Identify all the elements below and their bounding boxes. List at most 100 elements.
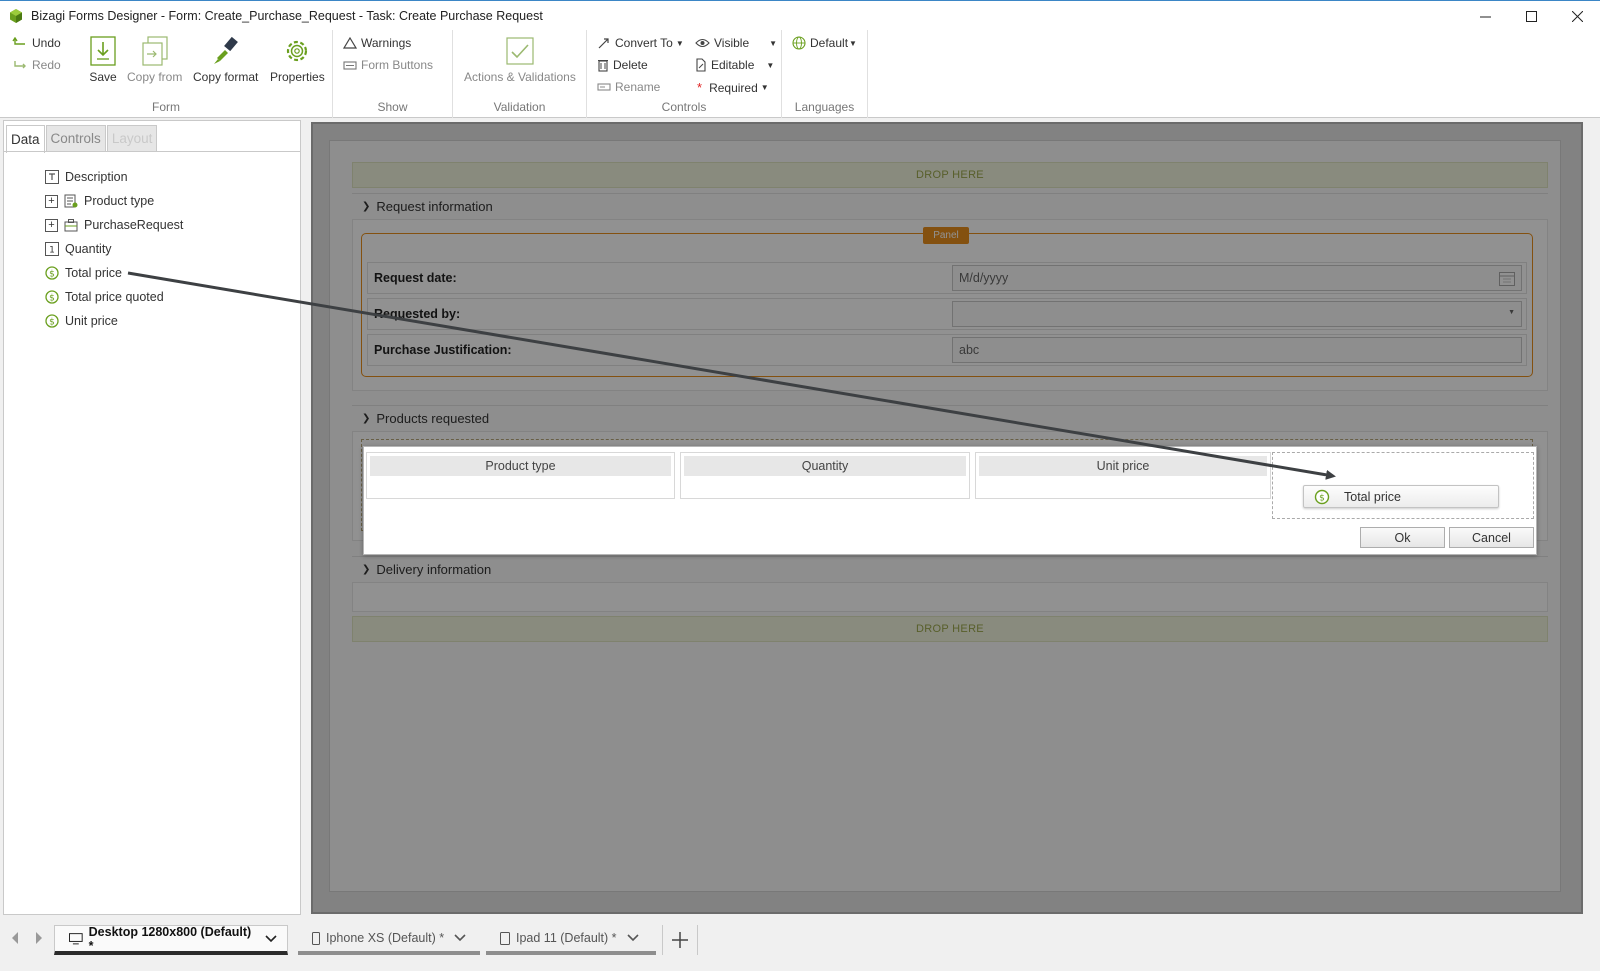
form-buttons-icon: [343, 61, 357, 70]
title-bar: Bizagi Forms Designer - Form: Create_Pur…: [0, 0, 1600, 30]
field-row-requested-by[interactable]: Requested by: ▼: [367, 298, 1527, 330]
ribbon-group-controls: Convert To ▼ Delete Rename Visible ▼ Edita…: [587, 30, 782, 118]
convert-to-button[interactable]: Convert To ▼: [597, 36, 684, 50]
grid-column-unit-price[interactable]: Unit price: [975, 452, 1271, 499]
chevron-down-icon[interactable]: [454, 934, 466, 942]
svg-text:$: $: [49, 318, 55, 328]
ok-button[interactable]: Ok: [1360, 527, 1445, 548]
tree-item-quantity[interactable]: 1 Quantity: [45, 242, 112, 256]
tree-item-unit-price[interactable]: $ Unit price: [45, 314, 118, 328]
delete-button[interactable]: Delete: [597, 58, 648, 72]
maximize-button[interactable]: [1508, 1, 1554, 31]
tab-desktop[interactable]: Desktop 1280x800 (Default) *: [54, 925, 288, 955]
tree-item-product-type[interactable]: + Product type: [45, 194, 154, 208]
tab-controls[interactable]: Controls: [45, 125, 106, 151]
integer-icon: 1: [45, 242, 59, 256]
purchase-justification-input[interactable]: abc: [952, 337, 1522, 363]
undo-icon: [12, 37, 25, 45]
globe-icon: [792, 36, 806, 50]
visible-button[interactable]: Visible ▼: [695, 36, 777, 50]
field-row-request-date[interactable]: Request date: M/d/yyyy: [367, 262, 1527, 294]
grid-columns-dialog: Product type Quantity Unit price $ Total…: [363, 446, 1537, 555]
tabs-next-button[interactable]: [32, 927, 46, 949]
checkmark-icon: [506, 37, 534, 65]
tree-item-total-price[interactable]: $ Total price: [45, 266, 122, 280]
tree-item-purchase-request[interactable]: + PurchaseRequest: [45, 218, 183, 232]
language-default-button[interactable]: Default ▼: [792, 36, 857, 50]
grid-column-quantity[interactable]: Quantity: [680, 452, 970, 499]
tab-ipad-11[interactable]: Ipad 11 (Default) *: [486, 925, 656, 955]
field-row-purchase-justification[interactable]: Purchase Justification: abc: [367, 334, 1527, 366]
properties-button[interactable]: Properties: [270, 34, 325, 84]
ribbon-group-label-show: Show: [377, 100, 408, 114]
window-title: Bizagi Forms Designer - Form: Create_Pur…: [31, 8, 543, 23]
svg-text:$: $: [49, 270, 55, 280]
group-delivery-information[interactable]: ❯ Delivery information: [352, 556, 1548, 582]
column-drop-slot[interactable]: $ Total price: [1272, 452, 1534, 519]
redo-button[interactable]: Redo: [12, 58, 61, 72]
grid-column-product-type[interactable]: Product type: [366, 452, 675, 499]
maximize-icon: [1525, 10, 1537, 22]
trash-icon: [598, 60, 608, 72]
ribbon-group-label-validation: Validation: [493, 100, 546, 114]
asterisk-icon: *: [697, 80, 703, 95]
form-buttons-button[interactable]: Form Buttons: [343, 58, 433, 72]
required-button[interactable]: * Required ▼: [697, 80, 769, 95]
group-body-delivery-information: [352, 582, 1548, 612]
close-icon: [1571, 10, 1583, 22]
drop-zone-bottom[interactable]: DROP HERE: [352, 616, 1548, 642]
tab-data[interactable]: Data: [6, 125, 45, 153]
add-device-button[interactable]: [662, 925, 698, 955]
chevron-down-icon: ▼: [769, 38, 778, 48]
device-tabs-bar: Desktop 1280x800 (Default) * Iphone XS (…: [0, 919, 1600, 971]
chevron-down-icon: ▼: [849, 38, 857, 48]
redo-icon: [14, 61, 26, 69]
eye-icon: [695, 38, 710, 48]
chevron-right-icon: [36, 932, 42, 944]
gear-icon: [287, 40, 308, 62]
data-panel: Data Controls Layout Description + Produ…: [3, 120, 301, 915]
chevron-down-icon: ❯: [362, 413, 371, 424]
tab-layout[interactable]: Layout: [106, 125, 158, 151]
requested-by-combo[interactable]: ▼: [952, 301, 1522, 327]
copy-format-button[interactable]: Copy format: [193, 34, 258, 84]
calendar-icon: [1499, 272, 1515, 286]
svg-text:1: 1: [49, 246, 55, 256]
minimize-icon: [1479, 16, 1491, 17]
cancel-button[interactable]: Cancel: [1449, 527, 1534, 548]
chevron-down-icon: ❯: [362, 201, 371, 212]
chevron-down-icon[interactable]: [626, 934, 639, 942]
group-products-requested[interactable]: ❯ Products requested: [352, 405, 1548, 431]
minimize-button[interactable]: [1462, 1, 1508, 31]
tab-iphone-xs[interactable]: Iphone XS (Default) *: [298, 925, 480, 955]
rename-button[interactable]: Rename: [597, 80, 660, 94]
plus-icon: [672, 932, 688, 948]
actions-validations-button[interactable]: Actions & Validations: [464, 34, 576, 84]
drop-zone-top[interactable]: DROP HERE: [352, 162, 1548, 188]
dragged-field-total-price[interactable]: $ Total price: [1303, 485, 1499, 508]
request-date-input[interactable]: M/d/yyyy: [952, 265, 1522, 291]
left-panel-tabs: Data Controls Layout: [6, 125, 158, 153]
tabs-prev-button[interactable]: [8, 927, 22, 949]
ribbon-group-show: Warnings Form Buttons Show: [333, 30, 453, 118]
currency-icon: $: [45, 266, 59, 280]
svg-text:$: $: [1319, 493, 1325, 503]
ribbon-toolbar: Undo Redo Save Copy from Copy format Pro…: [0, 30, 1600, 118]
monitor-icon: [69, 932, 83, 944]
expand-icon[interactable]: +: [45, 218, 58, 232]
editable-button[interactable]: Editable ▼: [695, 58, 774, 72]
expand-icon[interactable]: +: [45, 194, 58, 208]
rename-icon: [597, 83, 611, 91]
group-request-information[interactable]: ❯ Request information: [352, 193, 1548, 219]
purchase-justification-label: Purchase Justification:: [374, 343, 512, 357]
copy-from-button[interactable]: Copy from: [127, 34, 182, 84]
warnings-button[interactable]: Warnings: [343, 36, 411, 50]
save-button[interactable]: Save: [87, 34, 119, 84]
undo-button[interactable]: Undo: [12, 36, 61, 50]
tree-item-description[interactable]: Description: [45, 170, 128, 184]
tree-item-total-price-quoted[interactable]: $ Total price quoted: [45, 290, 164, 304]
ribbon-group-form: Undo Redo Save Copy from Copy format Pro…: [0, 30, 333, 118]
currency-icon: $: [45, 314, 59, 328]
chevron-down-icon[interactable]: [265, 934, 277, 943]
close-window-button[interactable]: [1554, 1, 1600, 31]
